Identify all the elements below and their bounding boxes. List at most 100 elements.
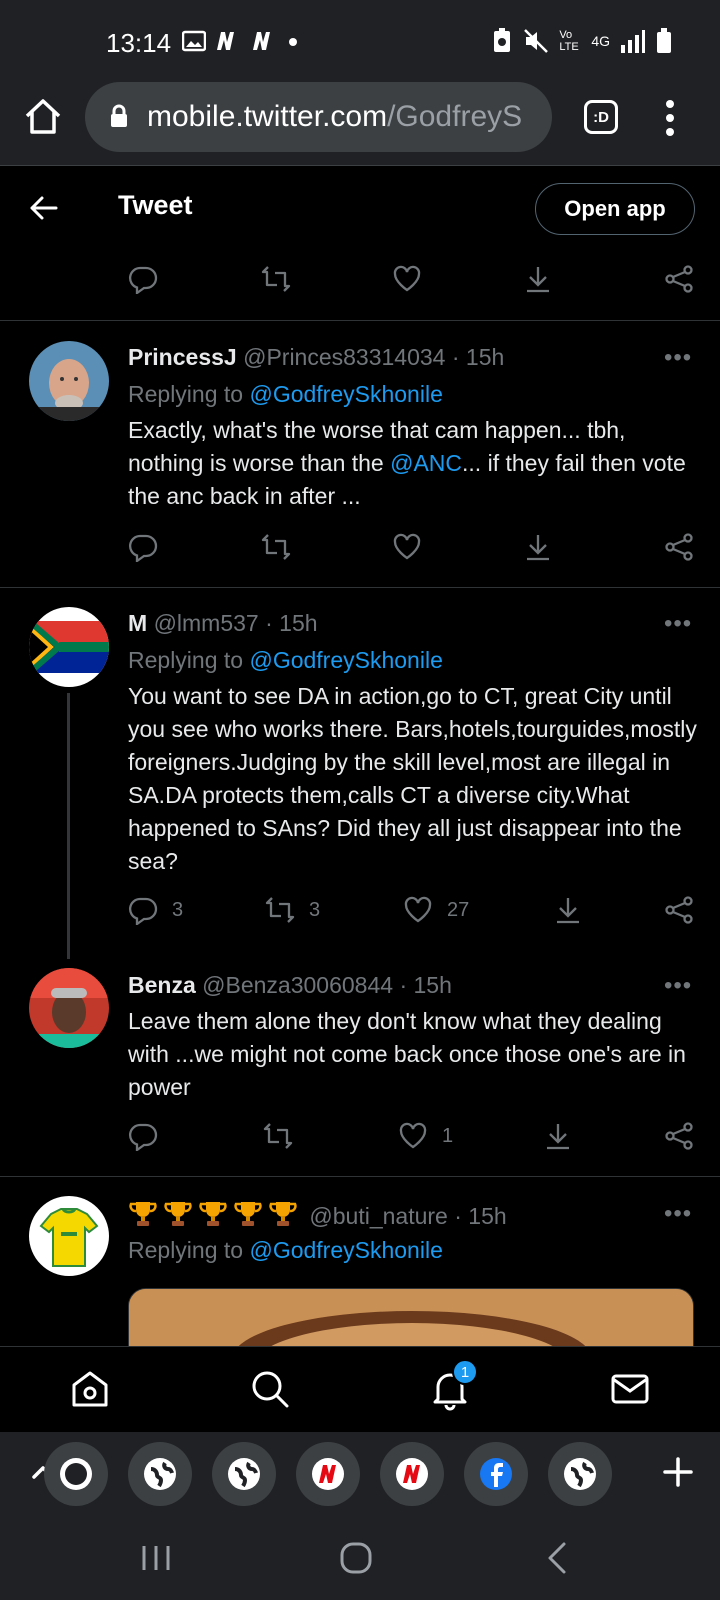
home-icon[interactable] [68,1367,112,1411]
like-action[interactable] [392,532,422,562]
tab-chip-globe-2[interactable] [212,1442,276,1506]
tweet-time: · 15h [399,972,452,998]
more-options-icon[interactable]: ••• [664,972,692,1000]
reply-action[interactable] [128,532,158,562]
tweet-text: Leave them alone they don't know what th… [128,1008,686,1100]
facebook-icon [480,1458,512,1490]
tab-chip-facebook[interactable] [464,1442,528,1506]
like-count: 1 [442,1124,454,1147]
recent-apps-icon[interactable] [138,1540,174,1576]
more-options-icon[interactable]: ••• [664,610,692,638]
more-options-icon[interactable]: ••• [664,344,692,372]
share-icon [665,533,693,561]
tabs-button[interactable]: :D [584,100,618,134]
new-tab-plus-icon[interactable] [662,1456,694,1488]
tweet-media-image[interactable] [128,1288,694,1348]
download-action[interactable] [523,532,553,562]
replying-to-mention[interactable]: @GodfreySkhonile [249,1237,442,1263]
tab-chip-news-2[interactable] [380,1442,444,1506]
heart-icon [404,896,432,923]
reply-action[interactable] [128,264,158,294]
browser-tab-strip [0,1432,720,1516]
author-name[interactable]: PrincessJ [128,344,237,370]
south-africa-flag-icon [29,607,109,687]
avatar[interactable] [29,607,109,687]
retweet-count: 3 [309,898,321,921]
gallery-icon [182,30,206,52]
share-action[interactable] [664,264,694,294]
tweet-meta: @buti_nature · 15h [128,1200,507,1230]
retweet-action[interactable] [263,1121,293,1151]
like-action[interactable]: 1 [398,1121,453,1151]
media-photo-icon [129,1289,693,1347]
replying-to-mention[interactable]: @GodfreySkhonile [249,381,442,407]
author-handle[interactable]: @Benza30060844 [202,972,393,998]
globe-icon [564,1458,596,1490]
author-handle[interactable]: @Princes83314034 [243,344,445,370]
netflix-notification-icon [217,32,234,50]
tweet-actions-main [0,264,720,304]
lock-icon [111,104,127,127]
news-app-icon [312,1458,344,1490]
reply-icon [128,1123,158,1151]
globe-icon [60,1458,92,1490]
url-path: /GodfreyS [387,100,523,133]
trophy-icon [234,1202,262,1226]
author-handle[interactable]: @buti_nature [309,1203,447,1229]
tab-chip-partial[interactable] [44,1442,108,1506]
retweet-icon [263,1123,293,1149]
tab-chip-globe[interactable] [128,1442,192,1506]
like-action[interactable]: 27 [403,895,469,925]
battery-saver-icon [494,28,511,52]
back-arrow-icon[interactable] [26,190,62,226]
author-name-trophies[interactable] [128,1202,309,1229]
avatar[interactable] [29,1196,109,1276]
tweet-time: · 15h [265,610,318,636]
messages-icon[interactable] [608,1367,652,1411]
globe-icon [228,1458,260,1490]
share-icon [665,1122,693,1150]
reply-icon [128,266,158,294]
share-action[interactable] [664,1121,694,1151]
download-action[interactable] [553,895,583,925]
android-home-icon[interactable] [338,1540,374,1576]
page-title: Tweet [118,190,193,220]
reply-count: 3 [172,898,184,921]
replying-to-mention[interactable]: @GodfreySkhonile [249,647,442,673]
tweet-actions-princessj [0,532,720,572]
tweet-time: · 15h [451,344,505,370]
android-back-icon[interactable] [540,1540,576,1576]
retweet-action[interactable]: 3 [265,895,320,925]
retweet-action[interactable] [261,264,291,294]
avatar[interactable] [29,968,109,1048]
share-action[interactable] [664,532,694,562]
home-icon[interactable] [22,96,64,138]
download-action[interactable] [523,264,553,294]
replying-to: Replying to @GodfreySkhonile [128,647,443,674]
share-icon [665,265,693,293]
trophy-icon [199,1202,227,1226]
reply-action[interactable]: 3 [128,895,183,925]
tweet-header: Tweet Open app [0,166,720,250]
more-options-icon[interactable]: ••• [664,1200,692,1228]
share-action[interactable] [664,895,694,925]
replying-to: Replying to @GodfreySkhonile [128,381,443,408]
tab-chip-news[interactable] [296,1442,360,1506]
like-action[interactable] [392,264,422,294]
avatar[interactable] [29,341,109,421]
author-name[interactable]: M [128,610,147,636]
download-action[interactable] [543,1121,573,1151]
author-handle[interactable]: @lmm537 [154,610,259,636]
retweet-action[interactable] [261,532,291,562]
address-bar[interactable]: mobile.twitter.com/GodfreyS [85,82,552,152]
network-label: 4G [591,33,610,49]
search-icon[interactable] [248,1367,292,1411]
author-name[interactable]: Benza [128,972,196,998]
tab-chip-globe-3[interactable] [548,1442,612,1506]
browser-toolbar: mobile.twitter.com/GodfreyS :D [0,80,720,166]
open-app-button[interactable]: Open app [535,183,695,235]
anc-mention[interactable]: @ANC [390,450,462,476]
reply-action[interactable] [128,1121,158,1151]
download-icon [557,898,579,924]
more-vertical-icon[interactable] [660,98,680,138]
